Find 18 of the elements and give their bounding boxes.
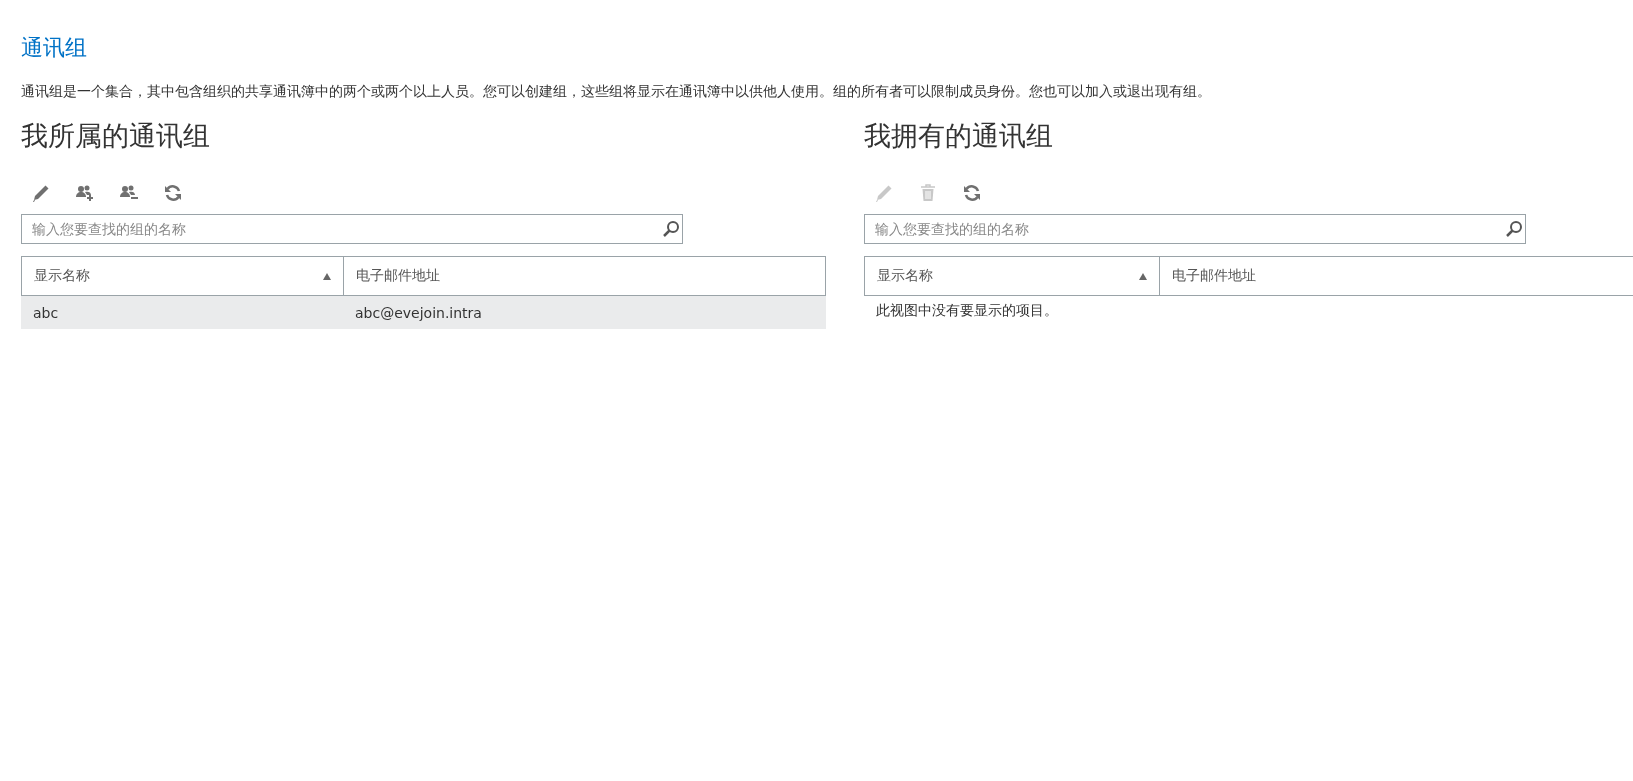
search-icon[interactable] (1505, 220, 1523, 238)
table-cell-text: abc (32, 304, 60, 321)
sort-ascending-icon[interactable] (323, 272, 331, 280)
column-header[interactable]: 电子邮件地址 (1172, 267, 1621, 285)
table-row[interactable]: abc abc@evejoin.intra (21, 296, 826, 329)
page-description: 通讯组是一个集合，其中包含组织的共享通讯簿中的两个或两个以上人员。您可以创建组，这些组将显示在通讯簿中以供他人使用。组的所有者可以限制成员身份。您也可以加入或退出现有组。 (21, 82, 1212, 100)
column-header[interactable]: 显示名称 (34, 267, 323, 285)
column-header[interactable]: 电子邮件地址 (356, 267, 813, 285)
column-header[interactable]: 显示名称 (877, 267, 1139, 285)
table-cell-text: abc@evejoin.intra (354, 304, 483, 321)
search-field[interactable]: 输入您要查找的组的名称 (864, 214, 1526, 244)
search-field[interactable]: 输入您要查找的组的名称 (21, 214, 683, 244)
section-heading: 我拥有的通讯组 (864, 119, 1054, 153)
section-heading: 我所属的通讯组 (21, 119, 211, 153)
search-icon[interactable] (662, 220, 680, 238)
sort-ascending-icon[interactable] (1139, 272, 1147, 280)
empty-message: 此视图中没有要显示的项目。 (875, 301, 1059, 320)
page-title: 通讯组 (21, 34, 88, 62)
